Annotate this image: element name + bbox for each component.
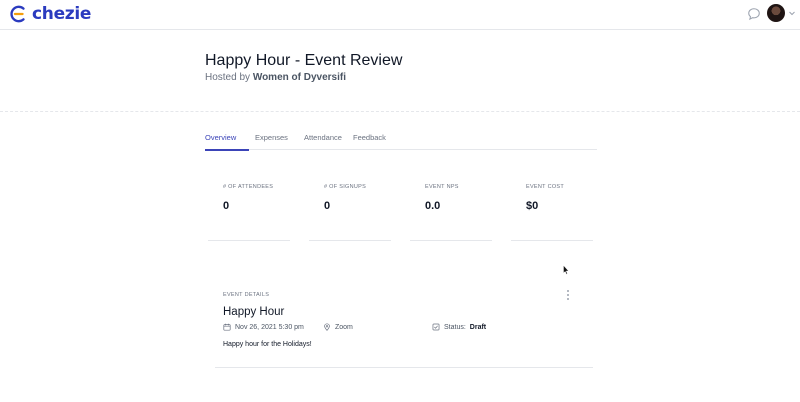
- stat-label: EVENT NPS: [425, 184, 459, 190]
- stat-value: $0: [526, 200, 539, 212]
- section-label: EVENT DETAILS: [223, 292, 270, 298]
- event-location-text: Zoom: [335, 323, 353, 331]
- divider: [511, 240, 593, 241]
- stat-label: # OF SIGNUPS: [324, 184, 367, 190]
- event-datetime: Nov 26, 2021 5:30 pm: [223, 323, 304, 331]
- stat-value: 0.0: [425, 200, 441, 212]
- event-date-text: Nov 26, 2021 5:30 pm: [235, 323, 304, 331]
- page-header: Happy Hour - Event Review Hosted by Wome…: [0, 30, 800, 112]
- event-stats: # OF ATTENDEES 0 # OF SIGNUPS 0 EVENT NP…: [205, 168, 597, 243]
- event-meta: Nov 26, 2021 5:30 pm Zoom Status: Draft: [223, 323, 583, 335]
- page-title: Happy Hour - Event Review: [205, 52, 403, 69]
- host-name: Women of Dyversifi: [252, 72, 346, 83]
- divider: [309, 240, 391, 241]
- mouse-cursor-icon: [563, 265, 569, 275]
- brand-name: chezie: [32, 4, 92, 24]
- chezie-logo-icon: [10, 5, 25, 23]
- stat-label: EVENT COST: [526, 184, 565, 190]
- stat-value: 0: [324, 200, 331, 212]
- checkbox-icon: [432, 323, 440, 331]
- hosted-by: Hosted by Women of Dyversifi: [205, 72, 346, 83]
- stat-signups: # OF SIGNUPS 0: [324, 184, 366, 212]
- hosted-prefix: Hosted by: [205, 72, 251, 83]
- event-status: Status: Draft: [432, 323, 486, 331]
- kebab-menu-icon[interactable]: [565, 290, 571, 300]
- status-label: Status:: [444, 323, 466, 331]
- event-description: Happy hour for the Holidays!: [223, 341, 312, 348]
- calendar-icon: [223, 323, 231, 331]
- divider: [208, 240, 290, 241]
- chat-bubble-icon[interactable]: [747, 7, 761, 21]
- stat-nps: EVENT NPS 0.0: [425, 184, 459, 212]
- map-pin-icon: [324, 323, 330, 331]
- event-location: Zoom: [323, 323, 353, 331]
- tab-expenses[interactable]: Expenses: [255, 133, 288, 150]
- status-badge: Draft: [469, 323, 487, 331]
- tab-bar: Overview Expenses Attendance Feedback: [205, 133, 597, 151]
- chevron-down-icon[interactable]: [788, 9, 796, 17]
- tab-overview[interactable]: Overview: [205, 133, 250, 151]
- stat-value: 0: [223, 200, 230, 212]
- stat-label: # OF ATTENDEES: [223, 184, 274, 190]
- user-avatar[interactable]: [767, 4, 785, 22]
- top-navbar: chezie: [0, 0, 800, 30]
- event-details-card: EVENT DETAILS Happy Hour Nov 26, 2021 5:…: [215, 285, 593, 368]
- tab-attendance[interactable]: Attendance: [304, 133, 342, 150]
- stat-cost: EVENT COST $0: [526, 184, 564, 212]
- tab-feedback[interactable]: Feedback: [353, 133, 386, 150]
- chezie-logo[interactable]: chezie: [10, 4, 91, 24]
- divider: [410, 240, 492, 241]
- stat-attendees: # OF ATTENDEES 0: [223, 184, 273, 212]
- event-name: Happy Hour: [223, 306, 285, 318]
